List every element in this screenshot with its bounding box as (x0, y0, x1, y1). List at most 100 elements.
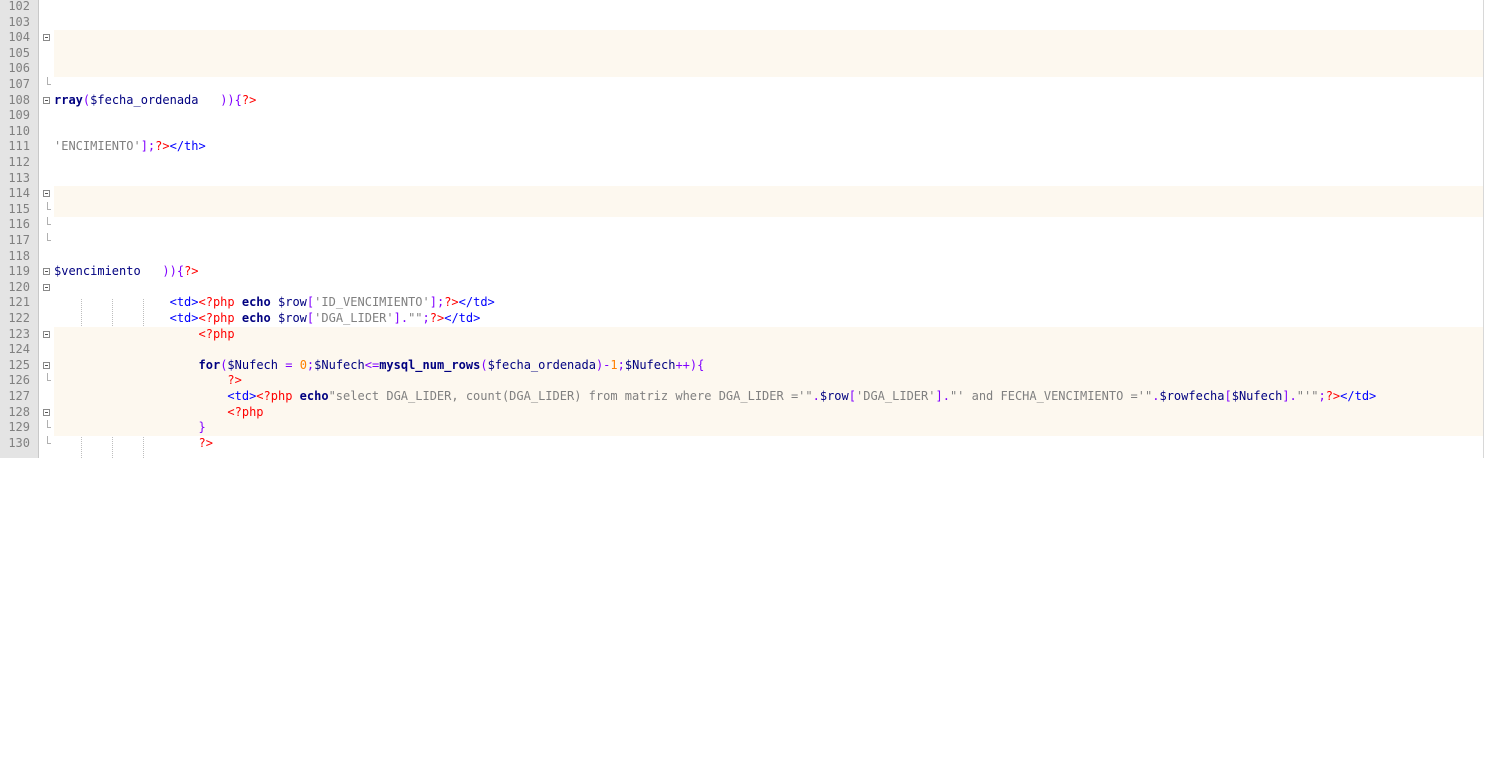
code-line[interactable]: 125 for($Nufech = 0;$Nufech<=mysql_num_r… (0, 357, 1483, 374)
code-text: <?php (54, 326, 1483, 343)
code-text: rray($fecha_ordenada )){?> (54, 93, 1483, 109)
code-line[interactable]: 112 (0, 155, 1483, 171)
code-token: <= (364, 357, 380, 372)
fold-toggle-icon[interactable] (43, 330, 50, 338)
fold-toggle-icon[interactable] (43, 190, 50, 198)
line-number: 107 (8, 77, 30, 91)
fold-toggle-icon[interactable] (43, 96, 50, 104)
code-text: } (54, 420, 1483, 436)
code-line[interactable]: 116 (0, 217, 1483, 233)
code-token: echo (299, 389, 329, 403)
code-line[interactable]: 130 ?> (0, 435, 1483, 452)
code-line[interactable]: 102 (0, 0, 1483, 15)
fold-toggle-icon[interactable] (43, 268, 50, 276)
code-line[interactable]: 122 <td><?php echo $row['DGA_LIDER']."";… (0, 311, 1483, 327)
code-line[interactable]: 114 (0, 186, 1483, 202)
code-text (54, 30, 1483, 46)
code-line[interactable]: 123 <?php (0, 326, 1483, 343)
fold-toggle-icon[interactable] (43, 283, 50, 291)
code-token: "'" (1296, 389, 1319, 403)
line-number: 108 (8, 92, 30, 107)
code-token: 'ENCIMIENTO' (54, 139, 141, 154)
code-token: $Nufech (1231, 389, 1283, 403)
code-token: [ (1224, 389, 1232, 403)
code-token: $row (278, 295, 307, 310)
fold-end-icon (47, 420, 51, 429)
line-number: 109 (8, 108, 30, 123)
code-token: 'DGA_LIDER' (856, 389, 936, 403)
code-token: { (176, 264, 185, 279)
code-line[interactable]: 110 (0, 124, 1483, 140)
code-token: ?> (184, 264, 199, 279)
code-token: $Nufech (314, 357, 365, 372)
fold-end-icon (47, 77, 51, 85)
fold-end-icon (47, 373, 51, 382)
code-line[interactable]: 118 (0, 249, 1483, 265)
code-token: $row (819, 389, 849, 403)
code-line[interactable]: 109 (0, 108, 1483, 124)
code-token: = (278, 357, 300, 372)
code-line[interactable]: 103 (0, 15, 1483, 31)
code-line[interactable]: 124 (0, 342, 1483, 358)
code-line[interactable]: 120 (0, 280, 1483, 296)
code-token: ?> (429, 311, 445, 325)
code-token: for (198, 357, 221, 372)
code-line[interactable]: 115 (0, 201, 1483, 218)
code-token: ]. (1282, 389, 1297, 403)
code-line[interactable]: 106 (0, 61, 1483, 77)
code-editor[interactable]: 102 103 104 105 106 107 108 rray($fecha_ordenad… (0, 0, 1500, 458)
code-token: echo (241, 295, 271, 310)
code-line[interactable]: 128 <?php (0, 404, 1483, 421)
code-token: <td> (169, 311, 199, 325)
code-token: [ (848, 389, 856, 403)
line-number: 130 (8, 435, 30, 450)
code-text: ?> (54, 436, 1483, 452)
code-text (54, 201, 1483, 218)
code-line[interactable]: 127 <td><?php echo"select DGA_LIDER, cou… (0, 389, 1483, 405)
code-token: rray (54, 92, 83, 107)
line-number: 113 (8, 170, 30, 185)
code-line[interactable]: 117 (0, 233, 1483, 249)
code-text (54, 45, 1483, 62)
code-line[interactable]: 105 (0, 45, 1483, 62)
vertical-scrollbar[interactable] (1483, 0, 1500, 458)
fold-toggle-icon[interactable] (43, 34, 50, 42)
code-token: <?php (198, 295, 235, 310)
code-text: 'ENCIMIENTO'];?></th> (54, 139, 1483, 155)
code-line[interactable]: 126 ?> (0, 373, 1483, 389)
code-line[interactable]: 121 <td><?php echo $row['ID_VENCIMIENTO'… (0, 295, 1483, 311)
fold-toggle-icon[interactable] (43, 408, 50, 416)
code-token: 1 (610, 357, 618, 372)
code-line[interactable]: 104 (0, 30, 1483, 46)
code-line[interactable]: 129 } (0, 420, 1483, 436)
fold-toggle-icon[interactable] (43, 361, 50, 369)
code-line[interactable]: 119 $vencimiento )){?> (0, 264, 1483, 280)
code-text: $vencimiento )){?> (54, 264, 1483, 280)
code-line[interactable]: 113 (0, 171, 1483, 187)
code-text: ?> (54, 373, 1483, 389)
code-token: ]; (140, 139, 156, 154)
fold-end-icon (47, 233, 51, 241)
code-token: ( (480, 357, 488, 372)
code-line[interactable]: 107 (0, 77, 1483, 93)
line-number: 102 (8, 0, 30, 13)
code-token: ?> (444, 295, 459, 310)
line-number: 126 (8, 373, 30, 388)
code-line[interactable]: 108 rray($fecha_ordenada )){?> (0, 93, 1483, 109)
code-token: )) (198, 92, 235, 107)
code-line[interactable]: 111 'ENCIMIENTO'];?></th> (0, 139, 1483, 155)
line-number: 106 (8, 61, 30, 76)
code-token: ?> (1325, 389, 1341, 403)
fold-end-icon (47, 217, 51, 226)
